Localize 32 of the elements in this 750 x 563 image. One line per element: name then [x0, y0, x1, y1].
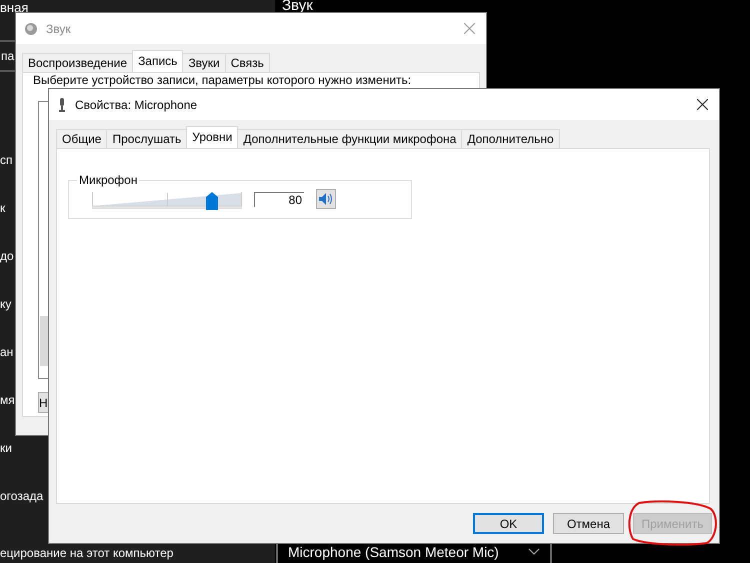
- menu-item[interactable]: ки: [0, 424, 12, 472]
- volume-slider[interactable]: [92, 189, 242, 209]
- menu-item[interactable]: ецирование на этот компьютер: [0, 545, 174, 561]
- tab[interactable]: Общие: [56, 129, 108, 148]
- tab[interactable]: Прослушать: [106, 129, 188, 148]
- microphone-icon: [57, 98, 67, 112]
- menu-item[interactable]: мя: [0, 376, 15, 424]
- dialog-button[interactable]: Отмена: [553, 513, 624, 534]
- tab[interactable]: Воспроизведение: [22, 53, 134, 72]
- tab[interactable]: Дополнительно: [461, 129, 560, 148]
- close-icon[interactable]: [697, 99, 708, 110]
- dialog-button[interactable]: OK: [473, 513, 544, 534]
- menu-item[interactable]: вная: [0, 0, 275, 16]
- tab[interactable]: Звуки: [182, 53, 226, 72]
- menu-item[interactable]: до: [0, 232, 14, 280]
- tab[interactable]: Связь: [224, 53, 270, 72]
- menu-item[interactable]: ан: [0, 328, 14, 376]
- menu-item[interactable]: сп: [0, 136, 12, 184]
- tab[interactable]: Дополнительные функции микрофона: [237, 129, 462, 148]
- tab[interactable]: Уровни: [186, 126, 238, 148]
- menu-item[interactable]: ку: [0, 280, 12, 328]
- window-title: Звук: [46, 22, 72, 36]
- menu-item[interactable]: огозада: [0, 472, 44, 520]
- tab[interactable]: Запись: [132, 50, 184, 72]
- chevron-icon: [528, 548, 540, 555]
- window-title: Свойства: Microphone: [75, 98, 198, 112]
- instruction-text: Выберите устройство записи, параметры которого нужно изменить:: [33, 74, 412, 87]
- menu-item[interactable]: к: [0, 184, 6, 232]
- slider-thumb[interactable]: [206, 192, 218, 210]
- group-label: Микрофон: [77, 173, 140, 187]
- level-field[interactable]: 80: [254, 192, 304, 206]
- mute-button[interactable]: [316, 189, 336, 209]
